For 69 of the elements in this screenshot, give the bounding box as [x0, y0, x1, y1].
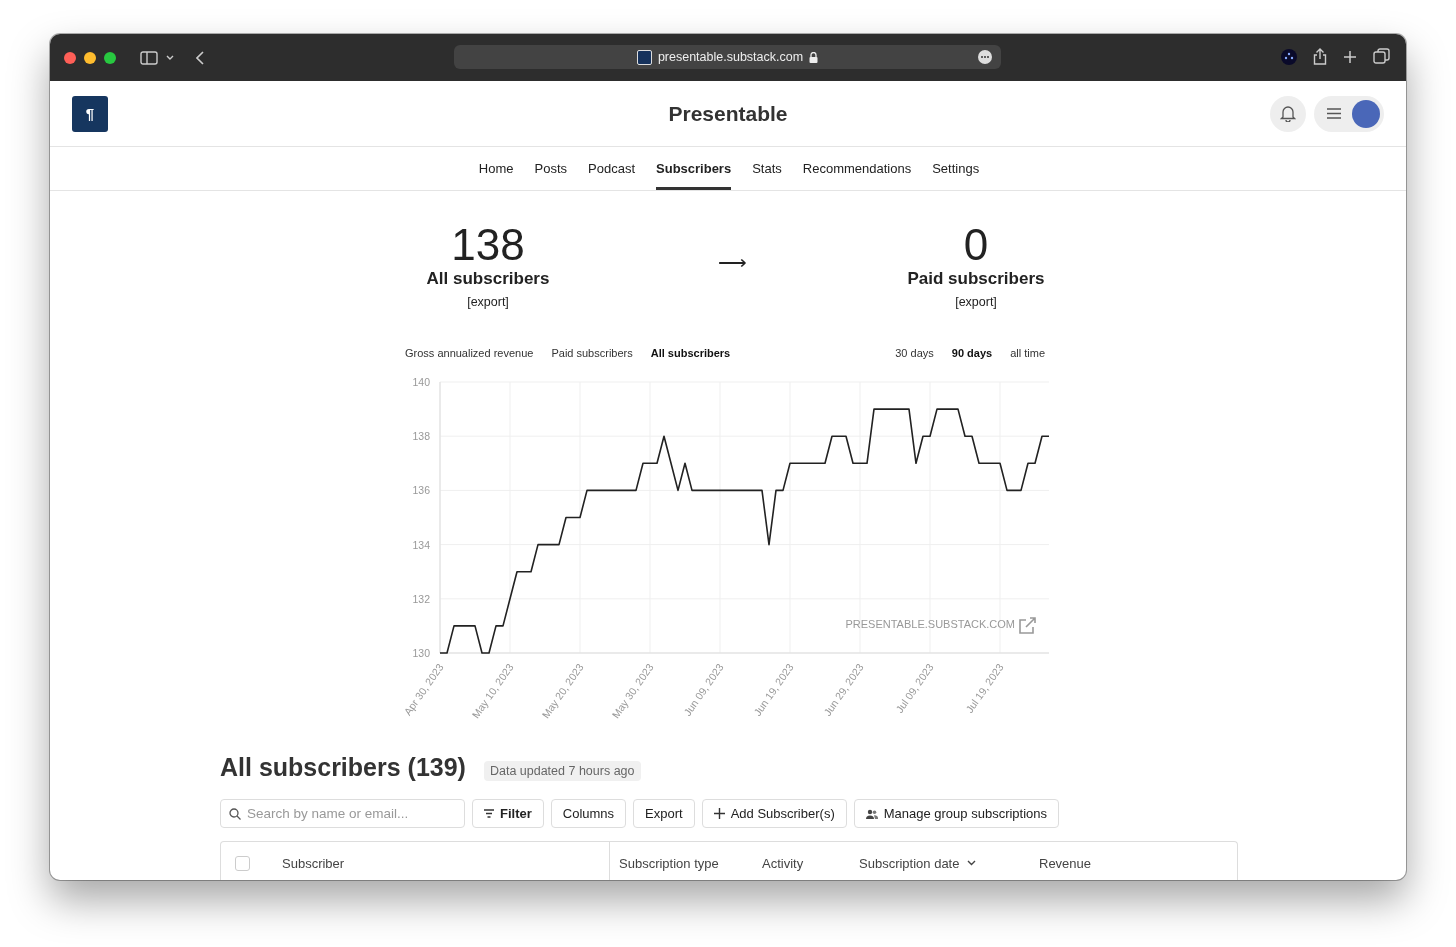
account-menu-button[interactable] [1314, 95, 1384, 132]
filter-icon [484, 809, 494, 818]
url-text: presentable.substack.com [657, 50, 804, 64]
stat-label: All subscribers [426, 269, 550, 289]
nav-tab[interactable]: Stats [752, 147, 782, 190]
export-link[interactable]: [export] [955, 295, 997, 309]
new-tab-icon[interactable] [1343, 49, 1357, 64]
y-tick-label: 130 [412, 647, 430, 659]
nav-tab[interactable]: Podcast [588, 147, 635, 190]
stat-label: Paid subscribers [907, 269, 1045, 289]
more-icon[interactable] [978, 50, 992, 64]
sort-caret-icon [967, 860, 977, 866]
extension-icon[interactable] [1281, 48, 1297, 65]
metric-tab[interactable]: Gross annualized revenue [405, 347, 534, 359]
share-icon[interactable] [1313, 48, 1327, 65]
toolbar-button[interactable]: Columns [550, 799, 627, 828]
external-link-icon[interactable] [1019, 617, 1036, 634]
nav-tab[interactable]: Subscribers [656, 147, 732, 190]
search-field[interactable]: Search by name or email... [220, 799, 465, 828]
nav-tab[interactable]: Recommendations [802, 147, 912, 190]
chart-watermark: PRESENTABLE.SUBSTACK.COM [845, 618, 1015, 630]
column-header[interactable]: Subscriber [282, 855, 345, 871]
select-all-checkbox[interactable] [235, 855, 250, 871]
stat-value: 138 [451, 225, 525, 265]
export-link[interactable]: [export] [467, 295, 509, 309]
metric-tab[interactable]: Paid subscribers [551, 347, 633, 359]
stat-value: 0 [963, 225, 989, 265]
arrow-text: ⟶ [717, 250, 747, 274]
y-tick-label: 140 [412, 376, 430, 388]
toolbar-button[interactable]: Filter [472, 799, 544, 828]
column-header[interactable]: Subscription date [859, 855, 1039, 871]
range-tab[interactable]: all time [1010, 347, 1045, 359]
people-icon [865, 808, 878, 819]
bell-icon [1280, 105, 1296, 122]
notifications-button[interactable] [1270, 95, 1306, 132]
plus-icon [713, 808, 725, 819]
y-tick-label: 138 [412, 430, 430, 443]
address-bar[interactable]: presentable.substack.com [454, 45, 1001, 69]
publication-logo[interactable]: ¶ [72, 95, 108, 132]
site-favicon-icon [636, 49, 652, 65]
y-tick-label: 132 [412, 592, 430, 605]
section-title: All subscribers (139) [220, 753, 466, 782]
nav-tab[interactable]: Posts [534, 147, 568, 190]
sidebar-icon[interactable] [140, 50, 158, 65]
toolbar-button[interactable]: Manage group subscriptions [853, 799, 1060, 828]
updated-badge: Data updated 7 hours ago [483, 760, 641, 781]
column-header[interactable]: Revenue [1039, 855, 1237, 871]
search-icon [229, 808, 241, 820]
window-control-icon[interactable] [104, 51, 116, 64]
column-header[interactable]: Subscription type [619, 855, 762, 871]
range-tab[interactable]: 90 days [951, 347, 993, 359]
range-tab[interactable]: 30 days [895, 347, 934, 359]
caret-icon[interactable] [166, 54, 174, 61]
nav-tab[interactable]: Home [478, 147, 514, 190]
window-control-icon[interactable] [64, 51, 76, 64]
column-header[interactable]: Activity [762, 855, 859, 871]
y-tick-label: 134 [412, 538, 430, 551]
toolbar-button[interactable]: Add Subscriber(s) [701, 799, 847, 828]
avatar-icon [1352, 99, 1380, 128]
toolbar-button[interactable]: Export [633, 799, 695, 828]
publication-title: Presentable [668, 101, 788, 125]
tabs-overview-icon[interactable] [1373, 48, 1390, 65]
window-control-icon[interactable] [84, 51, 96, 64]
back-icon[interactable] [196, 50, 204, 65]
y-tick-label: 136 [412, 484, 430, 497]
lock-icon [809, 51, 819, 63]
menu-icon [1327, 108, 1341, 119]
nav-tab[interactable]: Settings [932, 147, 980, 190]
metric-tab[interactable]: All subscribers [650, 347, 731, 359]
